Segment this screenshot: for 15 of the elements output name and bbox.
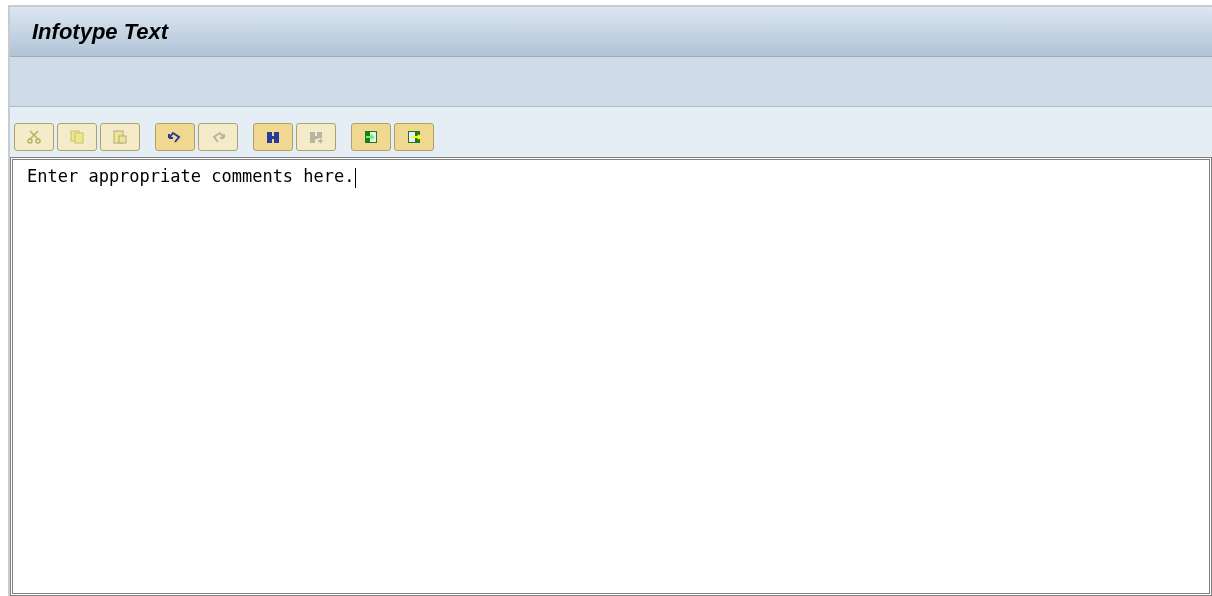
paste-icon <box>112 129 128 145</box>
copy-icon <box>69 129 85 145</box>
redo-icon <box>210 129 226 145</box>
text-cursor <box>354 167 356 188</box>
find-button[interactable] <box>253 123 293 151</box>
undo-icon <box>167 129 183 145</box>
export-button[interactable] <box>394 123 434 151</box>
document-arrow-out-icon <box>406 129 422 145</box>
window-title: Infotype Text <box>32 18 169 46</box>
scissors-icon <box>26 129 42 145</box>
undo-button[interactable] <box>155 123 195 151</box>
document-arrow-in-icon <box>363 129 379 145</box>
text-editor[interactable]: Enter appropriate comments here. <box>10 157 1212 596</box>
editor-text: Enter appropriate comments here. <box>27 166 355 186</box>
import-button[interactable] <box>351 123 391 151</box>
